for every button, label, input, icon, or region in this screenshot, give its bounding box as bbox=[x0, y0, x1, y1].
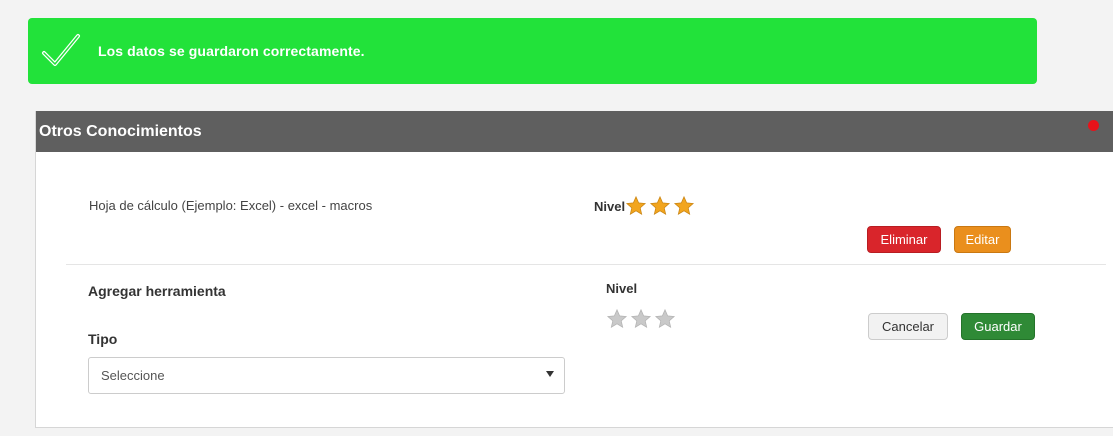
cancel-button[interactable]: Cancelar bbox=[868, 313, 948, 340]
success-message: Los datos se guardaron correctamente. bbox=[98, 43, 365, 59]
star-empty-icon[interactable] bbox=[630, 308, 652, 330]
star-filled-icon bbox=[626, 195, 647, 216]
tipo-select-value: Seleccione bbox=[101, 368, 165, 383]
alert-dot-icon[interactable] bbox=[1088, 120, 1099, 131]
star-empty-icon[interactable] bbox=[654, 308, 676, 330]
check-icon bbox=[42, 34, 80, 66]
caret-down-icon bbox=[546, 371, 554, 377]
edit-button[interactable]: Editar bbox=[954, 226, 1011, 253]
star-empty-icon[interactable] bbox=[606, 308, 628, 330]
add-tool-title: Agregar herramienta bbox=[88, 283, 226, 299]
star-filled-icon bbox=[674, 195, 695, 216]
success-alert: Los datos se guardaron correctamente. bbox=[28, 18, 1037, 84]
tipo-select[interactable]: Seleccione bbox=[88, 357, 565, 394]
panel-title: Otros Conocimientos bbox=[39, 122, 202, 140]
existing-item-nivel: Nivel bbox=[594, 195, 695, 217]
page: Los datos se guardaron correctamente. Ot… bbox=[0, 0, 1113, 436]
new-item-rating[interactable] bbox=[606, 308, 676, 330]
existing-item-rating bbox=[625, 195, 695, 217]
delete-button[interactable]: Eliminar bbox=[867, 226, 941, 253]
star-filled-icon bbox=[650, 195, 671, 216]
nivel-label: Nivel bbox=[594, 198, 626, 214]
new-item-nivel-label: Nivel bbox=[606, 281, 638, 296]
save-button[interactable]: Guardar bbox=[961, 313, 1035, 340]
tipo-label: Tipo bbox=[88, 331, 118, 347]
divider bbox=[66, 264, 1106, 265]
panel-header: Otros Conocimientos bbox=[36, 111, 1113, 152]
otros-conocimientos-panel: Otros Conocimientos Hoja de cálculo (Eje… bbox=[35, 111, 1113, 428]
existing-item-name: Hoja de cálculo (Ejemplo: Excel) - excel… bbox=[89, 198, 373, 213]
